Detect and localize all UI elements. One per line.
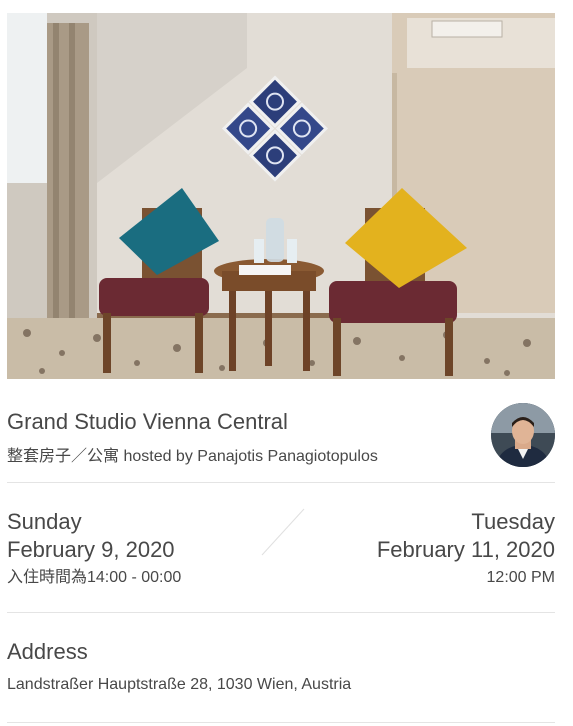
listing-photo[interactable] [7, 13, 555, 379]
listing-title[interactable]: Grand Studio Vienna Central [7, 409, 288, 435]
address-value[interactable]: Landstraßer Hauptstraße 28, 1030 Wien, A… [7, 673, 555, 697]
checkin-date: February 9, 2020 [7, 537, 175, 562]
divider [7, 722, 555, 723]
address-label: Address [7, 639, 88, 664]
divider [7, 482, 555, 483]
checkout-day: Tuesday [471, 509, 555, 534]
listing-header: Grand Studio Vienna Central 整套房子／公寓 host… [7, 403, 555, 483]
checkin-time: 入住時間為14:00 - 00:00 [7, 569, 182, 586]
checkout-date: February 11, 2020 [376, 537, 555, 562]
host-avatar[interactable] [491, 403, 555, 467]
stay-dates: Sunday February 9, 2020 入住時間為14:00 - 00:… [7, 508, 555, 588]
checkout-block: Tuesday February 11, 2020 12:00 PM [377, 508, 555, 590]
checkin-block: Sunday February 9, 2020 入住時間為14:00 - 00:… [7, 508, 181, 590]
listing-subtitle: 整套房子／公寓 hosted by Panajotis Panagiotopul… [7, 448, 378, 465]
checkin-day: Sunday [7, 509, 82, 534]
address-section: Address Landstraßer Hauptstraße 28, 1030… [7, 638, 555, 697]
date-slash-icon [261, 508, 305, 556]
divider [7, 612, 555, 613]
checkout-time: 12:00 PM [486, 569, 555, 586]
